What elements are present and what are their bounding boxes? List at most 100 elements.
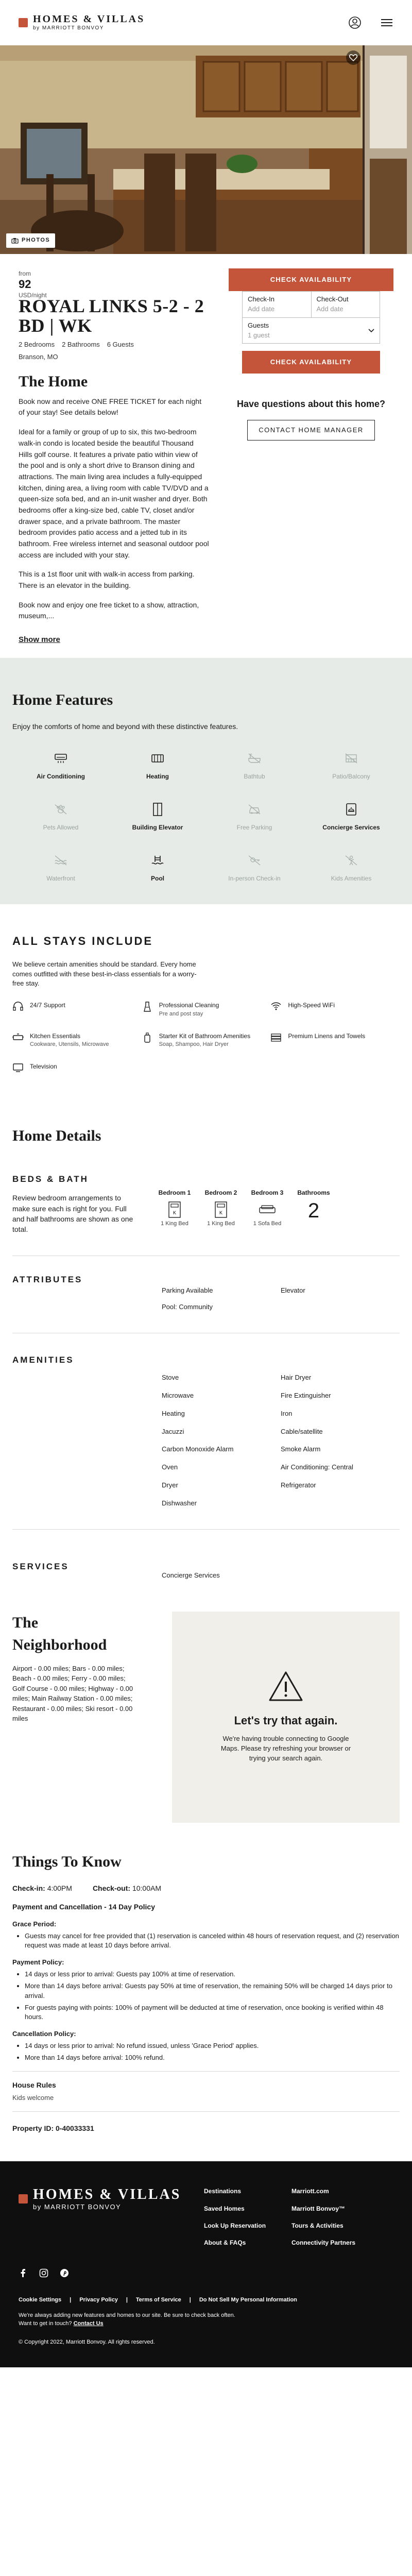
policy-item: Guests may cancel for free provided that… (25, 1931, 400, 1951)
camera-icon (11, 238, 19, 244)
warning-icon (269, 1671, 303, 1701)
feature-label: Concierge Services (322, 824, 380, 832)
home-features-heading: Home Features (12, 691, 113, 708)
cookie-settings-link[interactable]: Cookie Settings (19, 2296, 61, 2304)
guests-value: 1 guest (248, 331, 270, 339)
footer-link-saved-homes[interactable]: Saved Homes (204, 2205, 291, 2213)
footer-link-marriott[interactable]: Marriott.com (291, 2187, 379, 2196)
beds-bath-block: BEDS & BATH Review bedroom arrangements … (12, 1173, 400, 1235)
favorite-heart-icon[interactable] (346, 50, 360, 65)
privacy-policy-link[interactable]: Privacy Policy (79, 2296, 118, 2304)
amenity-item: Heating (162, 1409, 185, 1417)
cancellation-policy-heading: Cancellation Policy: (12, 2030, 76, 2038)
account-icon[interactable] (348, 16, 362, 29)
footer-link-destinations[interactable]: Destinations (204, 2187, 291, 2196)
amenity-item: Dishwasher (162, 1499, 197, 1507)
feature-label: Pool (151, 875, 164, 883)
feature-item: Pool (109, 853, 206, 883)
stay-item: 24/7 Support (12, 1001, 142, 1018)
main-content: from 92 USD/night ROYAL LINKS 5-2 - 2 BD… (0, 254, 412, 658)
do-not-sell-link[interactable]: Do Not Sell My Personal Information (199, 2296, 297, 2304)
feature-item: Waterfront (12, 853, 109, 883)
checkin-time-label: Check-in: (12, 1884, 45, 1893)
amenities-heading: AMENITIES (12, 1355, 74, 1365)
brand-logo[interactable]: HOMES & VILLAS by MARRIOTT BONVOY (19, 14, 145, 31)
feature-item: Kids Amenities (303, 853, 400, 883)
legal-links: Cookie Settings | Privacy Policy | Terms… (19, 2296, 393, 2304)
brand-name: HOMES & VILLAS (33, 13, 145, 25)
menu-icon[interactable] (380, 16, 393, 29)
footer-links: Destinations Marriott.com Saved Homes Ma… (204, 2187, 379, 2248)
all-stays-section: ALL STAYS INCLUDE We believe certain ame… (0, 904, 412, 1101)
waterfront-icon (54, 853, 67, 868)
amenity-item: Smoke Alarm (281, 1445, 321, 1453)
bedroom-3: Bedroom 3 1 Sofa Bed (249, 1189, 285, 1235)
map-error-panel: Let's try that again. We're having troub… (172, 1611, 400, 1823)
show-more-link[interactable]: Show more (19, 634, 60, 646)
property-photo-kitchen[interactable] (0, 45, 363, 254)
pinterest-icon[interactable] (60, 2268, 69, 2278)
check-availability-button-top[interactable]: CHECK AVAILABILITY (229, 268, 393, 291)
feature-label: Patio/Balcony (332, 772, 370, 780)
legal-separator: | (70, 2296, 72, 2303)
stay-item-sublabel: Soap, Shampoo, Hair Dryer (159, 1041, 229, 1047)
stay-item: High-Speed WiFi (270, 1001, 400, 1018)
facebook-icon[interactable] (19, 2268, 28, 2278)
footer-link-partners[interactable]: Connectivity Partners (291, 2239, 379, 2247)
photos-button[interactable]: PHOTOS (6, 233, 56, 248)
feature-item: Building Elevator (109, 802, 206, 832)
brand-subtitle: by MARRIOTT BONVOY (33, 25, 104, 31)
instagram-icon[interactable] (39, 2268, 48, 2278)
stay-item-sublabel: Pre and post stay (159, 1010, 203, 1017)
terms-link[interactable]: Terms of Service (136, 2296, 181, 2304)
support-icon (12, 1001, 24, 1015)
amenity-item: Dryer (162, 1481, 178, 1489)
stay-item-label: Starter Kit of Bathroom Amenities (159, 1032, 251, 1040)
services-block: SERVICES Concierge Services (12, 1530, 400, 1581)
checkin-field[interactable]: Check-In Add date (243, 292, 311, 317)
checkout-field[interactable]: Check-Out Add date (311, 292, 380, 317)
grace-period-heading: Grace Period: (12, 1920, 57, 1928)
legal-separator: | (126, 2296, 128, 2303)
services-value: Concierge Services (162, 1571, 220, 1579)
amenity-item: Iron (281, 1409, 293, 1417)
stay-item: Television (12, 1062, 142, 1075)
spec-bedrooms: 2 Bedrooms (19, 340, 55, 348)
king-bed-icon: K (203, 1199, 239, 1220)
feature-label: In-person Check-in (228, 875, 281, 883)
photo-gallery[interactable]: PHOTOS (0, 45, 412, 254)
footer-link-tours[interactable]: Tours & Activities (291, 2222, 379, 2230)
footer-link-look-up[interactable]: Look Up Reservation (204, 2222, 291, 2230)
house-rules-text: Kids welcome (12, 2094, 54, 2102)
bed-type: 1 King Bed (161, 1221, 188, 1227)
stay-item-label: Kitchen Essentials (30, 1032, 81, 1040)
property-specs: 2 Bedrooms 2 Bathrooms 6 Guests (19, 340, 209, 350)
date-fields: Check-In Add date Check-Out Add date (242, 291, 380, 318)
house-rules-heading: House Rules (12, 2080, 56, 2089)
map-error-text: We're having trouble connecting to Googl… (220, 1735, 351, 1762)
home-description: Book now and receive ONE FREE TICKET for… (19, 396, 209, 622)
footer-link-about[interactable]: About & FAQs (204, 2239, 291, 2247)
contact-home-manager-button[interactable]: CONTACT HOME MANAGER (247, 420, 375, 441)
feature-label: Bathtub (244, 772, 265, 780)
booking-card: CHECK AVAILABILITY Check-In Add date Che… (229, 264, 393, 441)
attribute-item: Elevator (281, 1286, 305, 1294)
footer-brand-logo[interactable]: HOMES & VILLAS by MARRIOTT BONVOY (19, 2187, 204, 2248)
attribute-item: Pool: Community (162, 1303, 213, 1311)
check-availability-button[interactable]: CHECK AVAILABILITY (242, 351, 380, 374)
photos-button-label: PHOTOS (22, 237, 50, 244)
concierge-icon (346, 802, 357, 817)
guests-select[interactable]: Guests 1 guest (242, 317, 380, 344)
wifi-icon (270, 1001, 282, 1014)
beds-bath-heading: BEDS & BATH (12, 1174, 89, 1184)
payment-cancellation-heading: Payment and Cancellation - 14 Day Policy (12, 1903, 155, 1911)
spec-bathrooms: 2 Bathrooms (62, 340, 100, 348)
payment-policy-heading: Payment Policy: (12, 1958, 64, 1967)
footer-brand-name: HOMES & VILLAS (33, 2187, 181, 2203)
footer-link-bonvoy[interactable]: Marriott Bonvoy™ (291, 2205, 379, 2213)
home-details-heading: Home Details (12, 1127, 101, 1145)
contact-us-link[interactable]: Contact Us (74, 2320, 104, 2327)
stay-item-label: Professional Cleaning (159, 1002, 219, 1009)
the-home-heading: The Home (19, 373, 88, 391)
property-photo-secondary[interactable] (365, 45, 412, 254)
